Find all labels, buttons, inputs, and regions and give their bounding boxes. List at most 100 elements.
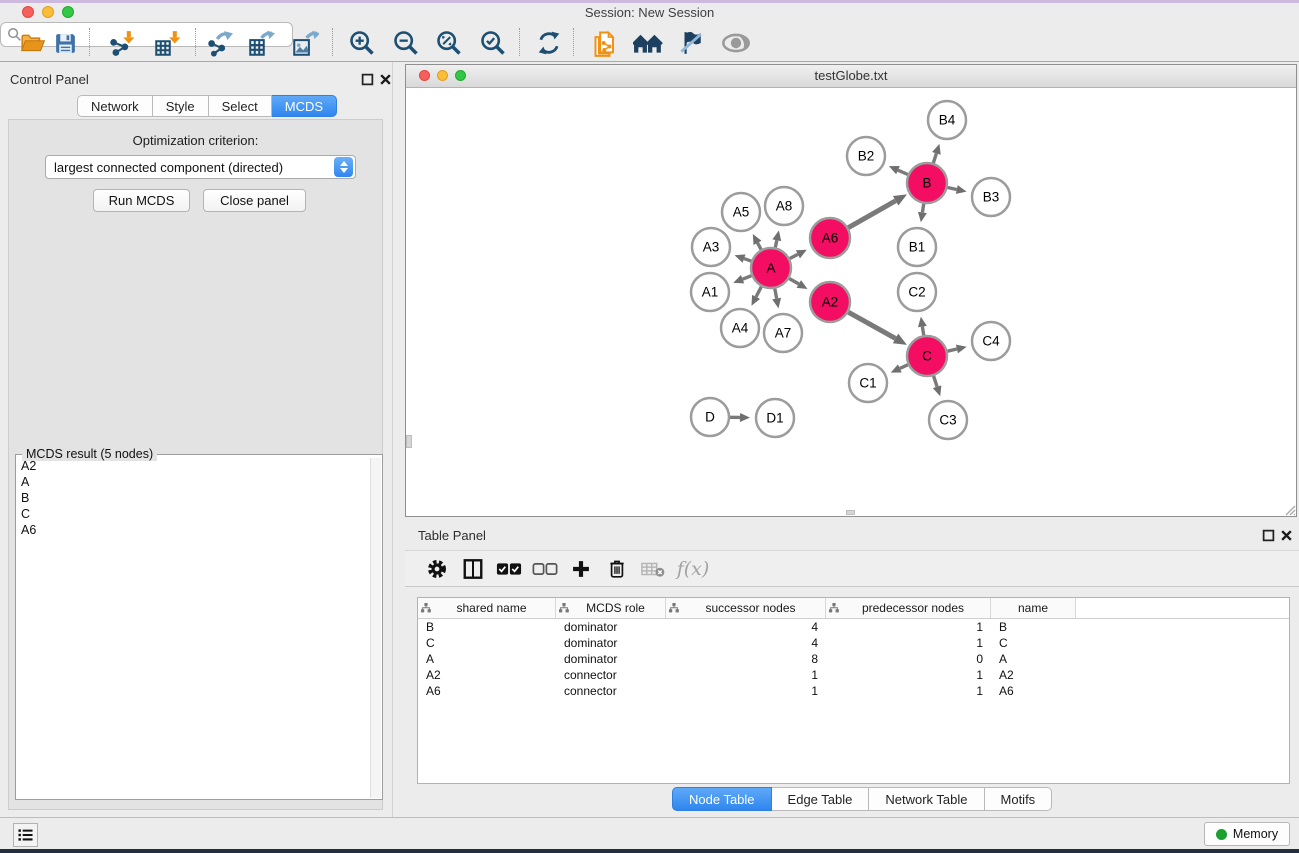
close-panel-button[interactable]: Close panel — [203, 189, 306, 212]
refresh-button[interactable] — [534, 28, 564, 58]
minimize-window-button[interactable] — [42, 6, 54, 18]
table-cell[interactable]: A — [991, 652, 1076, 666]
graph-edge-B-B1[interactable] — [922, 204, 923, 213]
table-cell[interactable]: 1 — [826, 636, 991, 650]
table-cell[interactable]: A2 — [991, 668, 1076, 682]
column-header-successor-nodes[interactable]: successor nodes — [666, 598, 826, 618]
hide-graphics-details-button[interactable] — [676, 28, 706, 58]
add-row-button[interactable] — [563, 554, 599, 584]
zoom-fit-button[interactable] — [434, 28, 464, 58]
table-cell[interactable]: connector — [556, 684, 666, 698]
close-network-button[interactable] — [419, 70, 430, 81]
run-mcds-button[interactable]: Run MCDS — [93, 189, 190, 212]
zoom-out-button[interactable] — [391, 28, 421, 58]
float-panel-icon[interactable] — [361, 73, 374, 91]
save-session-button[interactable] — [50, 28, 80, 58]
node-table[interactable]: shared nameMCDS rolesuccessor nodesprede… — [417, 597, 1290, 784]
graph-edge-A-A6[interactable] — [790, 254, 798, 258]
table-row[interactable]: Adominator80A — [418, 651, 1289, 667]
table-row[interactable]: A2connector11A2 — [418, 667, 1289, 683]
table-row[interactable]: Cdominator41C — [418, 635, 1289, 651]
delete-table-button[interactable] — [635, 554, 671, 584]
resize-grip-icon[interactable] — [1282, 502, 1296, 516]
graph-edge-B-B2[interactable] — [898, 170, 908, 174]
table-cell[interactable]: C — [991, 636, 1076, 650]
graph-edge-B-B4[interactable] — [933, 153, 936, 163]
tab-mcds[interactable]: MCDS — [272, 95, 337, 117]
import-network-button[interactable] — [106, 28, 136, 58]
delete-rows-button[interactable] — [599, 554, 635, 584]
memory-button[interactable]: Memory — [1204, 822, 1290, 846]
zoom-window-button[interactable] — [62, 6, 74, 18]
close-window-button[interactable] — [22, 6, 34, 18]
graph-edge-B-B3[interactable] — [948, 187, 957, 189]
table-cell[interactable]: C — [418, 636, 556, 650]
import-table-button[interactable] — [152, 28, 182, 58]
graph-edge-A-A3[interactable] — [744, 259, 751, 262]
table-cell[interactable]: 0 — [826, 652, 991, 666]
function-builder-button[interactable]: f(x) — [671, 554, 715, 584]
duplicate-network-button[interactable] — [591, 28, 621, 58]
network-canvas[interactable]: AA1A2A3A4A5A6A7A8BB1B2B3B4CC1C2C3C4DD1 — [406, 88, 1296, 516]
tab-edge-table[interactable]: Edge Table — [772, 787, 870, 811]
table-cell[interactable]: dominator — [556, 636, 666, 650]
column-header-predecessor-nodes[interactable]: predecessor nodes — [826, 598, 991, 618]
table-row[interactable]: A6connector11A6 — [418, 683, 1289, 699]
table-cell[interactable]: A2 — [418, 668, 556, 682]
table-cell[interactable]: A — [418, 652, 556, 666]
graph-edge-A2-C[interactable] — [848, 312, 895, 338]
zoom-in-button[interactable] — [347, 28, 377, 58]
tab-node-table[interactable]: Node Table — [672, 787, 772, 811]
table-cell[interactable]: B — [991, 620, 1076, 634]
table-cell[interactable]: 1 — [666, 684, 826, 698]
table-cell[interactable]: 4 — [666, 620, 826, 634]
mcds-result-item[interactable]: A6 — [17, 522, 369, 538]
table-cell[interactable]: 4 — [666, 636, 826, 650]
graph-edge-A-A1[interactable] — [743, 276, 752, 279]
table-row[interactable]: Bdominator41B — [418, 619, 1289, 635]
mcds-result-item[interactable]: B — [17, 490, 369, 506]
table-cell[interactable]: 1 — [666, 668, 826, 682]
mcds-list-scrollbar[interactable] — [370, 458, 381, 798]
column-header-MCDS-role[interactable]: MCDS role — [556, 598, 666, 618]
mcds-result-item[interactable]: A2 — [17, 458, 369, 474]
tab-motifs[interactable]: Motifs — [985, 787, 1053, 811]
show-columns-button[interactable] — [455, 554, 491, 584]
zoom-selected-button[interactable] — [478, 28, 508, 58]
mcds-result-item[interactable]: A — [17, 474, 369, 490]
export-table-button[interactable] — [246, 28, 276, 58]
table-cell[interactable]: dominator — [556, 652, 666, 666]
minimize-network-button[interactable] — [437, 70, 448, 81]
float-table-panel-icon[interactable] — [1262, 529, 1275, 547]
graph-edge-A-A4[interactable] — [756, 287, 761, 297]
graph-edge-A-A8[interactable] — [775, 240, 777, 247]
first-neighbors-button[interactable] — [633, 28, 663, 58]
deselect-all-checkboxes-button[interactable] — [527, 554, 563, 584]
table-options-button[interactable] — [419, 554, 455, 584]
column-header-name[interactable]: name — [991, 598, 1076, 618]
network-window-titlebar[interactable]: testGlobe.txt — [406, 65, 1296, 88]
open-session-button[interactable] — [18, 28, 48, 58]
table-cell[interactable]: 1 — [826, 620, 991, 634]
close-panel-icon[interactable] — [379, 73, 392, 91]
tab-style[interactable]: Style — [153, 95, 209, 117]
graph-edge-A6-B[interactable] — [848, 201, 895, 228]
graph-edge-A-A5[interactable] — [758, 243, 762, 250]
column-header-shared-name[interactable]: shared name — [418, 598, 556, 618]
zoom-network-button[interactable] — [455, 70, 466, 81]
graph-edge-C-C3[interactable] — [934, 376, 938, 387]
show-graphics-details-button[interactable] — [721, 28, 751, 58]
graph-edge-C-C1[interactable] — [900, 365, 908, 369]
table-cell[interactable]: B — [418, 620, 556, 634]
graph-edge-A-A2[interactable] — [789, 278, 799, 284]
tab-select[interactable]: Select — [209, 95, 272, 117]
table-cell[interactable]: 1 — [826, 684, 991, 698]
export-network-button[interactable] — [204, 28, 234, 58]
select-all-checkboxes-button[interactable] — [491, 554, 527, 584]
vertical-scroll-thumb[interactable] — [406, 435, 412, 448]
horizontal-scroll-thumb[interactable] — [846, 510, 855, 515]
table-cell[interactable]: A6 — [991, 684, 1076, 698]
task-history-button[interactable] — [13, 823, 38, 847]
table-cell[interactable]: A6 — [418, 684, 556, 698]
graph-edge-C-C2[interactable] — [922, 327, 923, 336]
